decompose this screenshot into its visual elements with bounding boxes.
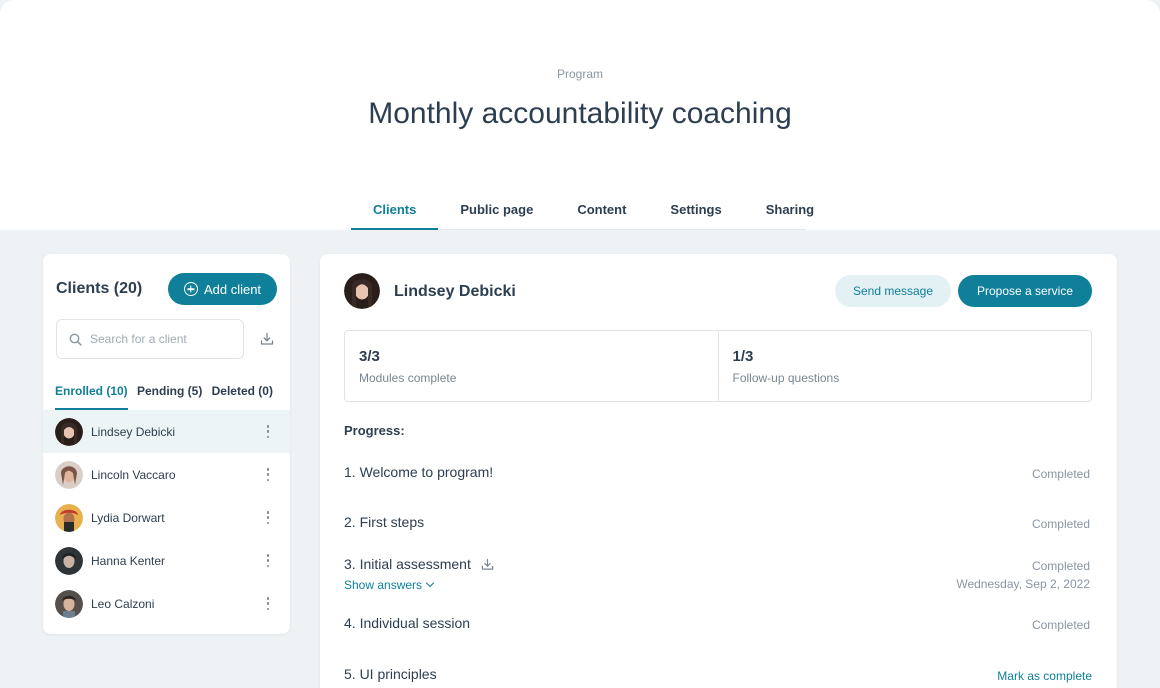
progress-title: Progress:: [344, 423, 405, 438]
stat-value: 1/3: [732, 348, 754, 365]
tab-enrolled[interactable]: Enrolled (10): [55, 376, 128, 410]
client-name: Lydia Dorwart: [91, 510, 165, 525]
page-title: Monthly accountability coaching: [368, 97, 792, 130]
tab-deleted[interactable]: Deleted (0): [212, 376, 273, 410]
tab-public-page[interactable]: Public page: [438, 192, 555, 230]
client-search: [56, 319, 244, 359]
download-icon[interactable]: [260, 332, 274, 346]
client-row[interactable]: Leo Calzoni: [43, 582, 290, 625]
stat-modules: 3/3 Modules complete: [345, 331, 718, 401]
module-row: 1. Welcome to program! Completed: [344, 464, 1092, 481]
client-row[interactable]: Hanna Kenter: [43, 539, 290, 582]
module-status: Completed: [1031, 618, 1090, 632]
plus-circle-icon: [183, 282, 198, 296]
tab-sharing[interactable]: Sharing: [744, 192, 836, 230]
search-input[interactable]: [90, 332, 230, 346]
module-status: Completed: [1031, 467, 1090, 481]
module-row: 3. Initial assessment Show answers Compl…: [344, 556, 1092, 592]
module-name: 4. Individual session: [344, 615, 471, 631]
stat-follow-up: 1/3 Follow-up questions: [717, 331, 1092, 401]
client-row[interactable]: Lincoln Vaccaro: [43, 453, 290, 496]
client-name: Hanna Kenter: [91, 553, 166, 568]
module-row: 5. UI principles Mark as complete: [344, 666, 1092, 685]
module-row: 2. First steps Completed: [344, 514, 1092, 531]
module-row: 4. Individual session Completed: [344, 615, 1092, 632]
more-options-icon[interactable]: [266, 425, 270, 438]
client-name: Lindsey Debicki: [91, 424, 176, 439]
send-message-button[interactable]: Send message: [835, 275, 951, 307]
stats-card: 3/3 Modules complete 1/3 Follow-up quest…: [344, 330, 1092, 402]
show-answers-label: Show answers: [344, 578, 423, 592]
program-header: Program Monthly accountability coaching …: [0, 0, 1160, 230]
avatar: [344, 273, 380, 309]
add-client-button[interactable]: Add client: [168, 273, 277, 305]
search-icon: [69, 333, 82, 346]
add-client-label: Add client: [203, 281, 262, 297]
tab-content[interactable]: Content: [555, 192, 648, 230]
client-row[interactable]: Lindsey Debicki: [43, 410, 290, 453]
client-status-tabs: Enrolled (10) Pending (5) Deleted (0): [43, 376, 290, 410]
avatar: [55, 589, 83, 618]
stat-value: 3/3: [359, 348, 380, 365]
more-options-icon[interactable]: [266, 468, 270, 481]
tab-clients[interactable]: Clients: [351, 192, 439, 230]
module-status: Completed: [1031, 517, 1090, 531]
propose-service-button[interactable]: Propose a service: [958, 275, 1092, 307]
client-name: Leo Calzoni: [91, 596, 155, 611]
clients-title: Clients (20): [56, 280, 143, 297]
download-icon[interactable]: [481, 558, 494, 571]
module-name: 5. UI principles: [344, 666, 437, 682]
avatar: [55, 417, 83, 446]
client-name: Lincoln Vaccaro: [91, 467, 176, 482]
more-options-icon[interactable]: [266, 554, 270, 567]
client-row[interactable]: Lydia Dorwart: [43, 496, 290, 539]
tab-settings[interactable]: Settings: [648, 192, 743, 230]
module-name: 3. Initial assessment: [344, 556, 471, 572]
stat-label: Follow-up questions: [732, 371, 840, 385]
client-detail-panel: Lindsey Debicki Send message Propose a s…: [320, 254, 1117, 688]
page-eyebrow: Program: [556, 67, 603, 81]
avatar: [55, 546, 83, 575]
avatar: [55, 503, 83, 532]
module-date: Wednesday, Sep 2, 2022: [956, 577, 1090, 591]
client-list: Lindsey Debicki Lincoln Vaccaro Lydia Do…: [43, 410, 290, 625]
client-name-heading: Lindsey Debicki: [394, 283, 516, 300]
module-name: 2. First steps: [344, 514, 425, 530]
tab-bar: Clients Public page Content Settings Sha…: [351, 192, 814, 230]
tab-pending[interactable]: Pending (5): [137, 376, 202, 410]
stat-label: Modules complete: [359, 371, 457, 385]
mark-as-complete-link[interactable]: Mark as complete: [997, 667, 1092, 685]
avatar: [55, 460, 83, 489]
module-status: Completed: [1031, 559, 1090, 573]
clients-panel: Clients (20) Add client Enrolled (10) Pe…: [43, 254, 290, 634]
module-name: 1. Welcome to program!: [344, 464, 494, 480]
more-options-icon[interactable]: [266, 511, 270, 524]
chevron-down-icon: [425, 578, 435, 588]
app-frame: Program Monthly accountability coaching …: [0, 0, 1160, 688]
module-status-group: Completed Wednesday, Sep 2, 2022: [956, 557, 1090, 593]
more-options-icon[interactable]: [266, 597, 270, 610]
